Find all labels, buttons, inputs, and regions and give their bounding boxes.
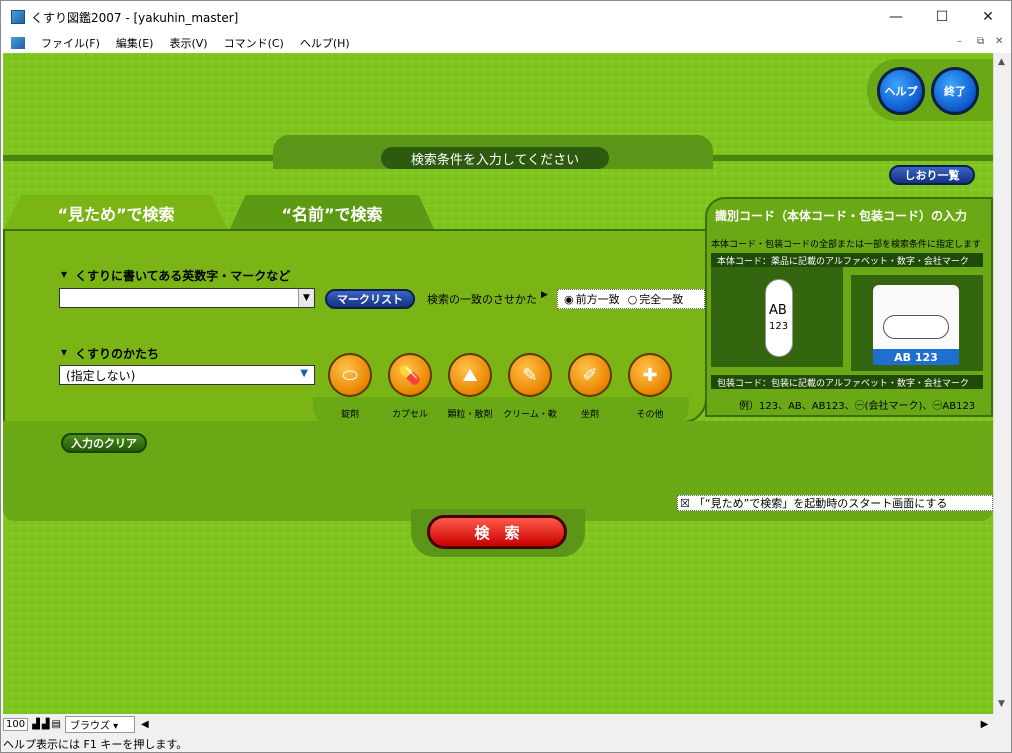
title-bar: くすり図鑑2007 - [yakuhin_master] — ☐ ✕	[1, 1, 1011, 33]
mdi-minimize-icon[interactable]: –	[957, 36, 962, 47]
menu-view[interactable]: 表示(V)	[161, 35, 215, 51]
package-code-text: AB 123	[873, 349, 959, 365]
match-option-group: ◉ 前方一致 ○ 完全一致	[557, 289, 705, 309]
package-pill	[883, 315, 949, 339]
radio-unselected-icon[interactable]: ○	[628, 293, 638, 306]
match-label: 検索の一致のさせかた	[427, 293, 537, 306]
status-area: 100 ▟ ▟ ▤ ブラウズ ▾ ◀ ▶ ヘルプ表示には F1 キーを押します。	[1, 714, 1011, 752]
code-panel-title: 識別コード（本体コード・包装コード）の入力	[715, 209, 968, 223]
chart-icon[interactable]: ▟	[32, 719, 40, 730]
granule-icon[interactable]: ⛰	[448, 353, 492, 397]
status-hint: ヘルプ表示には F1 キーを押します。	[3, 738, 188, 751]
mark-list-button[interactable]: マークリスト	[325, 289, 415, 309]
startup-option[interactable]: ☒ 「“見ため”で検索」を起動時のスタート画面にする	[677, 495, 993, 511]
startup-option-label: 「“見ため”で検索」を起動時のスタート画面にする	[693, 497, 948, 510]
body-code-bottom: 123	[769, 321, 789, 332]
menu-file[interactable]: ファイル(F)	[33, 35, 108, 51]
document-icon	[11, 37, 25, 49]
code-panel-desc: 本体コード・包装コードの全部または一部を検索条件に指定します	[711, 240, 982, 250]
shape-select-value: (指定しない)	[66, 368, 136, 383]
code-label-arrow-icon: ▾	[61, 267, 68, 281]
scroll-down-icon[interactable]: ▼	[998, 699, 1005, 709]
checkbox-icon[interactable]: ☒	[680, 497, 690, 510]
chart2-icon[interactable]: ▟	[42, 719, 50, 730]
grid-icon[interactable]: ▤	[52, 719, 61, 730]
vertical-scrollbar[interactable]: ▲ ▼	[993, 53, 1011, 714]
body-code-label: 本体コード：薬品に記載のアルファベット・数字・会社マーク	[711, 253, 983, 267]
help-button[interactable]: ヘルプ	[877, 67, 925, 115]
body-code-top: AB	[769, 303, 787, 318]
browse-bar: 100 ▟ ▟ ▤ ブラウズ ▾ ◀ ▶	[3, 715, 993, 733]
shape-select[interactable]: (指定しない) ▼	[59, 365, 315, 385]
window-title: くすり図鑑2007 - [yakuhin_master]	[31, 10, 239, 25]
shape-label-granule: 顆粒・散剤	[447, 410, 493, 420]
banner-title: 検索条件を入力してください	[381, 147, 609, 169]
match-option-prefix[interactable]: 前方一致	[576, 291, 620, 307]
suppository-icon[interactable]: ✐	[568, 353, 612, 397]
scroll-up-icon[interactable]: ▲	[998, 57, 1005, 67]
chevron-down-icon[interactable]: ▼	[300, 368, 308, 379]
app-window: くすり図鑑2007 - [yakuhin_master] — ☐ ✕ ファイル(…	[0, 0, 1012, 753]
tablet-icon[interactable]: ⬭	[328, 353, 372, 397]
chevron-down-icon[interactable]: ▼	[298, 289, 314, 307]
shape-label: くすりのかたち	[75, 347, 160, 361]
shape-label-capsule: カプセル	[391, 410, 428, 420]
exit-button[interactable]: 終了	[931, 67, 979, 115]
scroll-right-icon[interactable]: ▶	[981, 719, 989, 730]
other-icon[interactable]: ✚	[628, 353, 672, 397]
search-button[interactable]: 検 索	[427, 515, 567, 549]
browse-select-label: ブラウズ	[69, 720, 110, 732]
scroll-left-icon[interactable]: ◀	[141, 719, 149, 730]
zoom-level[interactable]: 100	[3, 717, 29, 731]
clear-input-button-overlay[interactable]: 入力のクリア	[61, 433, 147, 453]
radio-selected-icon[interactable]: ◉	[564, 293, 574, 306]
close-button[interactable]: ✕	[965, 1, 1011, 33]
mdi-close-icon[interactable]: ✕	[995, 36, 1003, 47]
tablet-shape	[765, 279, 793, 357]
menu-edit[interactable]: 編集(E)	[108, 35, 162, 51]
tab-name[interactable]: “名前”で検索	[229, 195, 435, 231]
code-label: くすりに書いてある英数字・マークなど	[75, 269, 291, 283]
package-code-label: 包装コード：包装に記載のアルファベット・数字・会社マーク	[711, 375, 983, 389]
menu-bar: ファイル(F) 編集(E) 表示(V) コマンド(C) ヘルプ(H) – ⧉ ✕	[1, 33, 1011, 53]
match-option-exact[interactable]: 完全一致	[639, 291, 683, 307]
capsule-icon[interactable]: 💊	[388, 353, 432, 397]
bookmark-list-button[interactable]: しおり一覧	[889, 165, 975, 185]
mdi-restore-icon[interactable]: ⧉	[977, 36, 984, 47]
cream-icon[interactable]: ✎	[508, 353, 552, 397]
browse-select[interactable]: ブラウズ ▾	[64, 715, 135, 733]
maximize-button[interactable]: ☐	[919, 1, 965, 33]
minimize-button[interactable]: —	[873, 1, 919, 33]
shape-label-tablet: 錠剤	[340, 410, 359, 420]
code-input[interactable]: ▼	[59, 288, 315, 308]
arrow-right-icon: ▶	[541, 290, 548, 300]
shape-label-suppository: 坐剤	[580, 410, 599, 420]
shape-label-arrow-icon: ▾	[61, 345, 68, 359]
tab-appearance[interactable]: “見ため”で検索	[3, 195, 229, 231]
code-example: 例）123、AB、AB123、㊀(会社マーク)、㊀AB123	[739, 401, 976, 412]
app-icon	[11, 10, 25, 24]
main-canvas: ヘルプ 終了 検索条件を入力してください しおり一覧 “見ため”で検索 “名前”…	[3, 53, 993, 714]
menu-help[interactable]: ヘルプ(H)	[292, 35, 358, 51]
shape-label-other: その他	[636, 410, 664, 420]
menu-command[interactable]: コマンド(C)	[216, 35, 292, 51]
